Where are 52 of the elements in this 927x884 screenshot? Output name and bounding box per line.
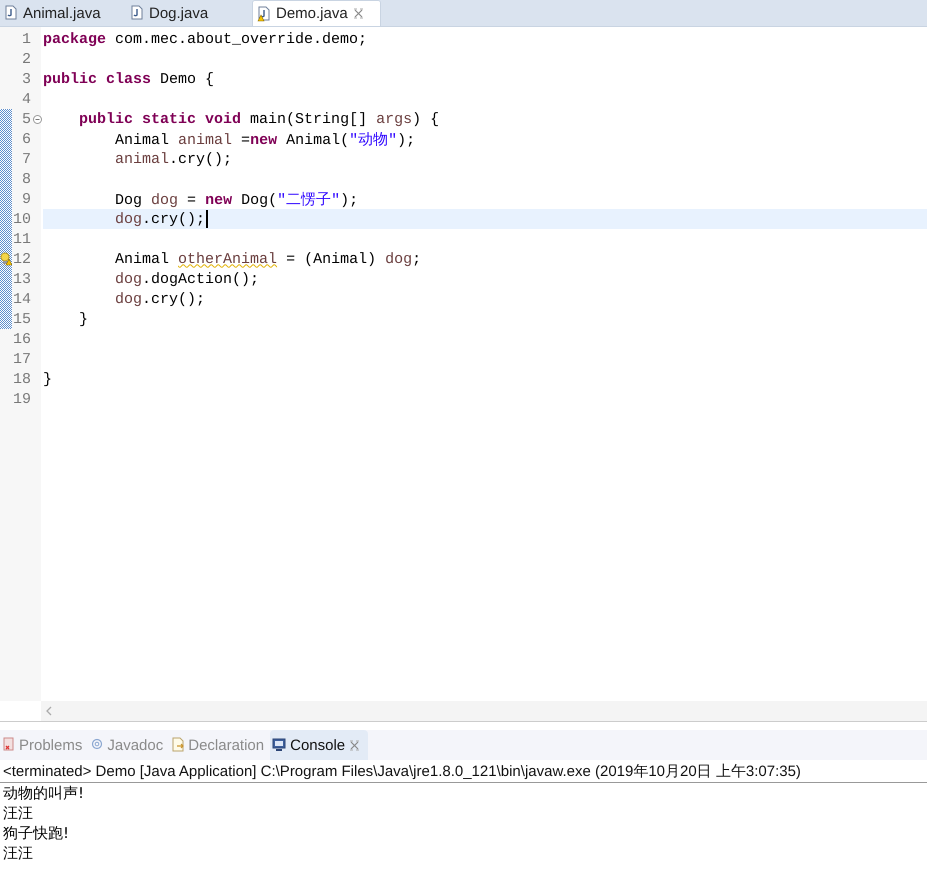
console-icon bbox=[272, 737, 286, 753]
line-number: 9 bbox=[20, 190, 31, 208]
view-tab[interactable]: Console bbox=[270, 730, 368, 760]
code-line: public static void main(String[] args) { bbox=[78, 110, 440, 128]
problems-icon bbox=[2, 737, 16, 753]
line-number: 19 bbox=[12, 390, 31, 408]
line-number: 4 bbox=[20, 90, 31, 108]
fold-icon[interactable] bbox=[32, 114, 42, 124]
java-file-icon bbox=[4, 5, 18, 21]
java-file-icon bbox=[130, 5, 144, 21]
line-number: 6 bbox=[20, 130, 31, 148]
console-output-line: 汪汪 bbox=[3, 803, 34, 823]
console-header: <terminated> Demo [Java Application] C:\Program Files\Java\jre1.8.0_121\bin\javaw.exe (2019年10月20日 上午3:07:35) bbox=[0, 762, 927, 783]
code-line: package com.mec.about_override.demo; bbox=[43, 30, 368, 48]
line-number: 12 bbox=[12, 250, 31, 268]
line-number: 14 bbox=[12, 290, 31, 308]
code-line: dog.cry(); bbox=[114, 290, 206, 308]
code-line: public class Demo { bbox=[43, 70, 214, 88]
line-number: 17 bbox=[12, 350, 31, 368]
line-number: 8 bbox=[20, 170, 31, 188]
line-number: 5 bbox=[20, 110, 31, 128]
editor-tab[interactable]: Animal.java bbox=[0, 0, 126, 26]
code-line: dog.cry(); bbox=[114, 210, 206, 228]
console-output-line: 动物的叫声! bbox=[3, 783, 86, 803]
editor-tab[interactable]: Dog.java bbox=[126, 0, 252, 26]
line-number: 16 bbox=[12, 330, 31, 348]
line-number: 7 bbox=[20, 150, 31, 168]
line-number: 3 bbox=[20, 70, 31, 88]
close-icon[interactable] bbox=[349, 740, 360, 750]
line-number: 1 bbox=[20, 30, 31, 48]
editor-tab[interactable]: Demo.java bbox=[252, 0, 381, 26]
console-output-line: 汪汪 bbox=[3, 843, 34, 863]
code-line: dog.dogAction(); bbox=[114, 270, 260, 288]
line-number: 11 bbox=[12, 230, 31, 248]
declaration-icon bbox=[171, 737, 186, 753]
code-line: Animal animal =new Animal("动物"); bbox=[114, 130, 416, 148]
code-line: Animal otherAnimal = (Animal) dog; bbox=[114, 250, 422, 268]
scroll-left-icon[interactable] bbox=[45, 706, 53, 716]
console-output-line: 狗子快跑! bbox=[3, 823, 70, 843]
line-number: 13 bbox=[12, 270, 31, 288]
horizontal-scrollbar[interactable] bbox=[41, 701, 927, 721]
code-line: } bbox=[43, 370, 52, 388]
lightbulb-warning-icon[interactable] bbox=[0, 252, 12, 266]
code-line: } bbox=[78, 310, 88, 328]
line-number: 10 bbox=[12, 210, 31, 228]
code-line: Dog dog = new Dog("二愣子"); bbox=[114, 190, 358, 208]
text-cursor bbox=[206, 210, 208, 228]
close-icon[interactable] bbox=[352, 8, 364, 19]
line-number: 15 bbox=[12, 310, 31, 328]
line-number: 2 bbox=[20, 50, 31, 68]
line-number: 18 bbox=[12, 370, 31, 388]
code-line: animal.cry(); bbox=[114, 150, 232, 168]
